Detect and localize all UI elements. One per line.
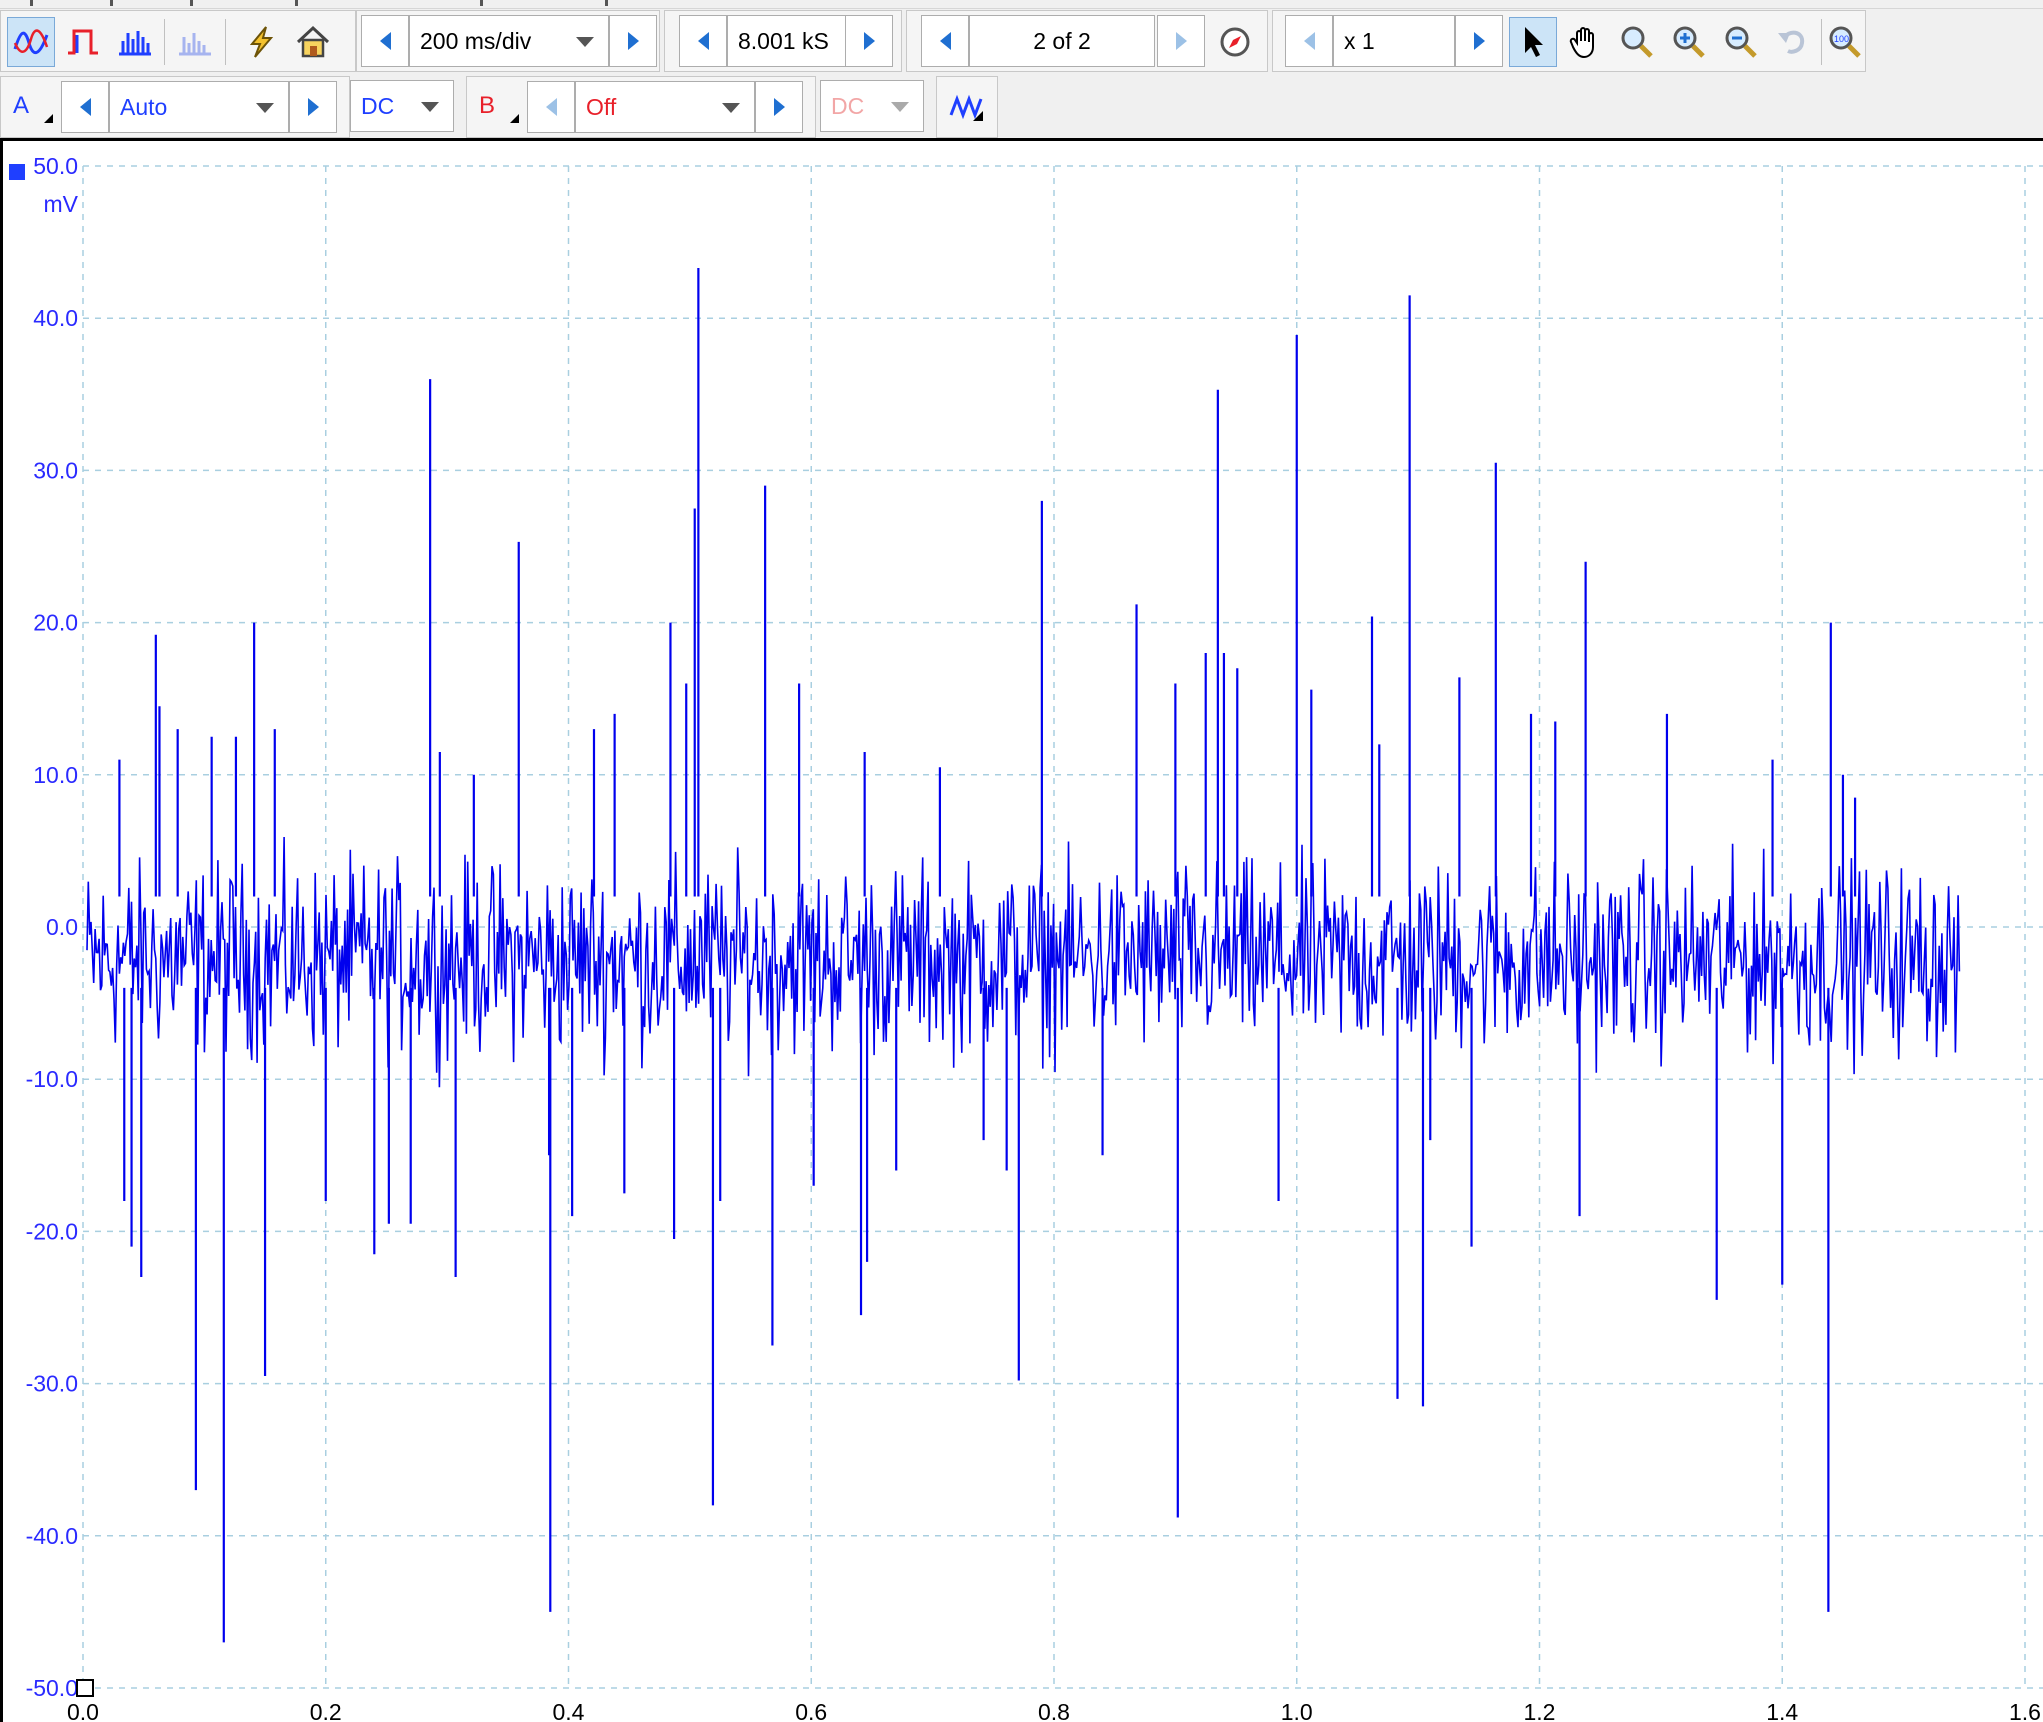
y-tick-label: 20.0 — [33, 610, 78, 636]
samples-decrease-button[interactable] — [679, 15, 727, 67]
pointer-icon[interactable] — [1509, 17, 1557, 67]
zoom-factor-field[interactable]: x 1 — [1333, 15, 1455, 67]
x-tick-label: 0.6 — [795, 1699, 827, 1722]
navigate-compass-icon[interactable] — [1211, 17, 1259, 67]
undo-zoom-icon[interactable] — [1769, 17, 1817, 67]
samples-value: 8.001 kS — [738, 28, 829, 54]
mode-and-setup-group — [0, 10, 356, 72]
y-tick-label: 0.0 — [46, 914, 78, 940]
zoom-in-icon[interactable] — [1665, 17, 1713, 67]
zoom-decrease-button[interactable] — [1285, 15, 1333, 67]
y-tick-label: 40.0 — [33, 305, 78, 331]
timebase-group: 200 ms/div — [356, 10, 660, 72]
main-toolbar: 200 ms/div 8.001 kS 2 of 2 x 1 100 — [0, 10, 2043, 74]
y-tick-label: 50.0 — [33, 153, 78, 179]
channel-b-group: B Off — [466, 76, 816, 138]
y-tick-label: -30.0 — [26, 1371, 78, 1397]
y-tick-label: -40.0 — [26, 1523, 78, 1549]
timebase-dropdown[interactable]: 200 ms/div — [409, 15, 609, 67]
menu-bar-remnant — [0, 0, 2043, 9]
x-tick-label: 1.0 — [1281, 1699, 1313, 1722]
y-axis-unit: mV — [44, 191, 79, 217]
channel-a-range-increase-button[interactable] — [289, 81, 337, 133]
timebase-increase-button[interactable] — [609, 15, 657, 67]
channel-a-range-decrease-button[interactable] — [61, 81, 109, 133]
buffer-previous-button[interactable] — [921, 15, 969, 67]
channel-b-coupling-value: DC — [831, 93, 865, 119]
zoom-factor-value: x 1 — [1344, 28, 1375, 54]
zoom-out-icon[interactable] — [1717, 17, 1765, 67]
y-tick-label: -10.0 — [26, 1066, 78, 1092]
buffer-value: 2 of 2 — [1033, 28, 1091, 54]
channel-a-menu-button[interactable]: A — [1, 81, 57, 133]
scope-view[interactable]: 50.0 40.0 30.0 20.0 10.0 0.0 -10.0 -20.0 -30.0 -4… — [0, 138, 2043, 1722]
svg-text:100: 100 — [1834, 34, 1849, 44]
channel-a-coupling-value: DC — [361, 93, 395, 119]
samples-group: 8.001 kS — [664, 10, 902, 72]
timebase-decrease-button[interactable] — [361, 15, 409, 67]
x-tick-label: 0.0 — [67, 1699, 99, 1722]
channel-a-coupling-dropdown[interactable]: DC — [350, 80, 454, 132]
x-tick-label: 1.2 — [1524, 1699, 1556, 1722]
spectrum-alt-icon[interactable] — [171, 17, 219, 67]
x-tick-label: 1.4 — [1766, 1699, 1798, 1722]
y-tick-label: -50.0 — [26, 1675, 78, 1701]
samples-field[interactable]: 8.001 kS — [727, 15, 855, 67]
y-tick-label: -20.0 — [26, 1218, 78, 1244]
spectrum-mode-icon[interactable] — [111, 17, 159, 67]
channel-b-range-decrease-button[interactable] — [527, 81, 575, 133]
channel-b-menu-button[interactable]: B — [467, 81, 523, 133]
channel-a-trace — [86, 267, 1961, 1643]
zoom-tools-group: x 1 100 — [1272, 10, 1866, 72]
zoom-icon[interactable] — [1613, 17, 1661, 67]
channel-a-scale-marker — [9, 164, 25, 180]
buffer-next-button[interactable] — [1157, 15, 1205, 67]
zoom-increase-button[interactable] — [1455, 15, 1503, 67]
x-tick-label: 0.4 — [553, 1699, 585, 1722]
x-tick-label: 1.6 — [2009, 1699, 2041, 1722]
x-tick-label: 0.2 — [310, 1699, 342, 1722]
channel-a-label: A — [13, 92, 30, 119]
y-tick-label: 30.0 — [33, 457, 78, 483]
x-axis-labels: 0.0 0.2 0.4 0.6 0.8 1.0 1.2 1.4 1.6 — [67, 1699, 2041, 1722]
channel-b-range-value: Off — [586, 94, 617, 120]
buffer-field[interactable]: 2 of 2 — [969, 15, 1155, 67]
x-tick-label: 0.8 — [1038, 1699, 1070, 1722]
y-tick-label: 10.0 — [33, 762, 78, 788]
auto-setup-icon[interactable] — [237, 17, 285, 67]
buffer-navigation-group: 2 of 2 — [906, 10, 1268, 72]
scope-mode-icon[interactable] — [7, 17, 55, 67]
hand-pan-icon[interactable] — [1561, 17, 1609, 67]
channel-a-range-value: Auto — [120, 94, 168, 120]
waveform-chart[interactable]: 50.0 40.0 30.0 20.0 10.0 0.0 -10.0 -20.0 -30.0 -4… — [3, 141, 2043, 1722]
channel-toolbar: A Auto DC B Off DC — [0, 76, 2043, 140]
noise-trace-path — [86, 836, 1961, 1088]
zoom-100-icon[interactable]: 100 — [1827, 17, 1863, 67]
samples-increase-button[interactable] — [845, 15, 893, 67]
channel-b-range-increase-button[interactable] — [755, 81, 803, 133]
channel-a-range-dropdown[interactable]: Auto — [109, 81, 289, 133]
channel-b-coupling-dropdown[interactable]: DC — [820, 80, 924, 132]
origin-marker — [76, 1679, 94, 1697]
y-axis-labels: 50.0 40.0 30.0 20.0 10.0 0.0 -10.0 -20.0 -30.0 -4… — [26, 153, 78, 1701]
channel-a-group: A Auto — [0, 76, 350, 138]
channel-b-label: B — [479, 92, 496, 119]
signal-generator-group — [936, 76, 998, 138]
signal-generator-icon[interactable] — [943, 83, 991, 133]
channel-b-range-dropdown[interactable]: Off — [575, 81, 755, 133]
home-icon[interactable] — [289, 17, 337, 67]
timebase-value: 200 ms/div — [420, 28, 532, 54]
persistence-mode-icon[interactable] — [59, 17, 107, 67]
